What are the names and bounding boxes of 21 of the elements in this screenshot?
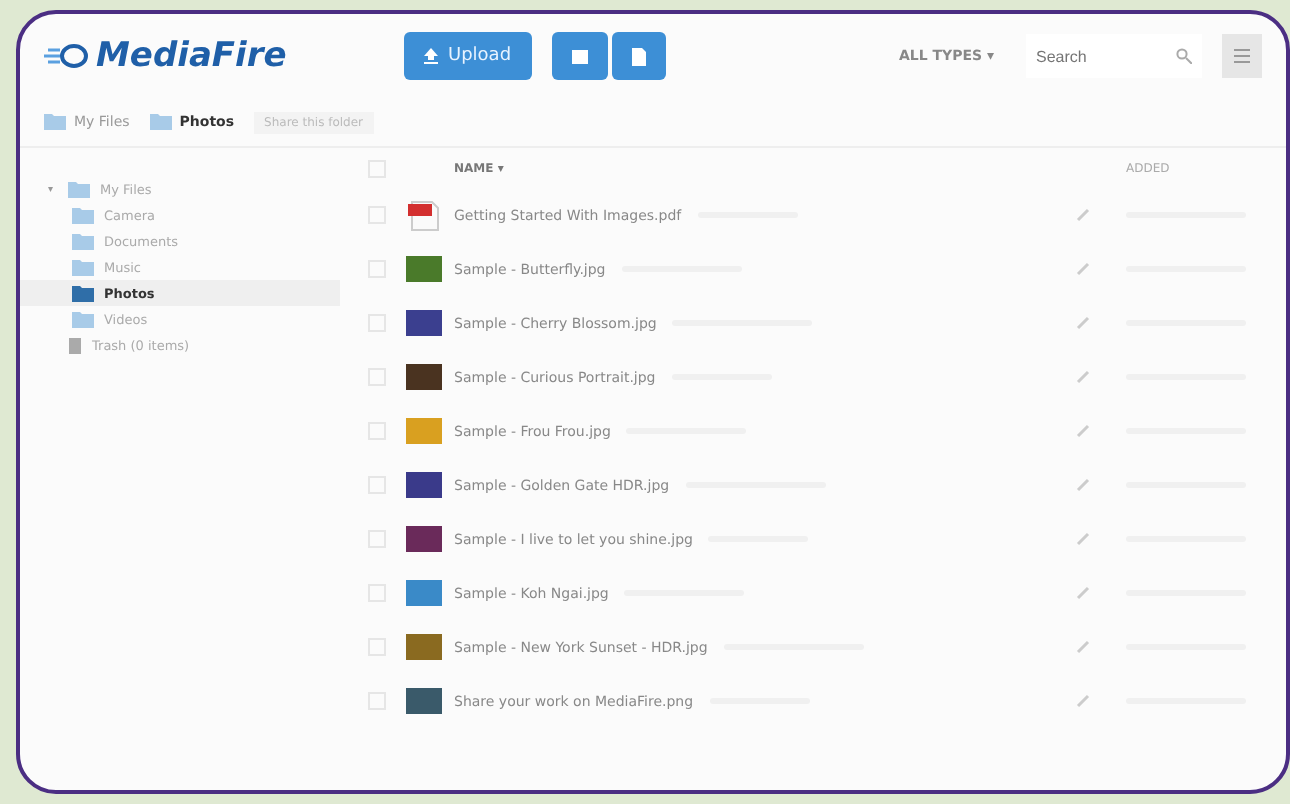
folder-icon bbox=[44, 114, 66, 130]
upload-icon bbox=[424, 48, 438, 64]
search-field[interactable]: Search bbox=[1026, 34, 1202, 78]
folder-icon bbox=[149, 114, 172, 130]
logo-icon bbox=[44, 44, 88, 68]
trash-icon bbox=[68, 336, 82, 354]
document-icon bbox=[631, 47, 646, 65]
logo-text: MediaFire bbox=[96, 36, 287, 76]
folder-icon bbox=[68, 181, 90, 197]
view-toggle-button[interactable] bbox=[1222, 34, 1262, 78]
list-view-icon bbox=[1234, 48, 1250, 64]
search-icon[interactable] bbox=[1176, 48, 1192, 64]
folder-icon bbox=[72, 233, 94, 249]
folder-icon bbox=[571, 48, 588, 64]
folder-icon bbox=[72, 207, 94, 223]
folder-icon bbox=[72, 259, 94, 275]
folder-icon bbox=[72, 311, 94, 327]
upload-button[interactable]: Upload bbox=[404, 32, 532, 80]
new-folder-button[interactable] bbox=[551, 32, 608, 80]
new-file-button[interactable] bbox=[611, 32, 666, 80]
folder-icon bbox=[72, 285, 94, 301]
